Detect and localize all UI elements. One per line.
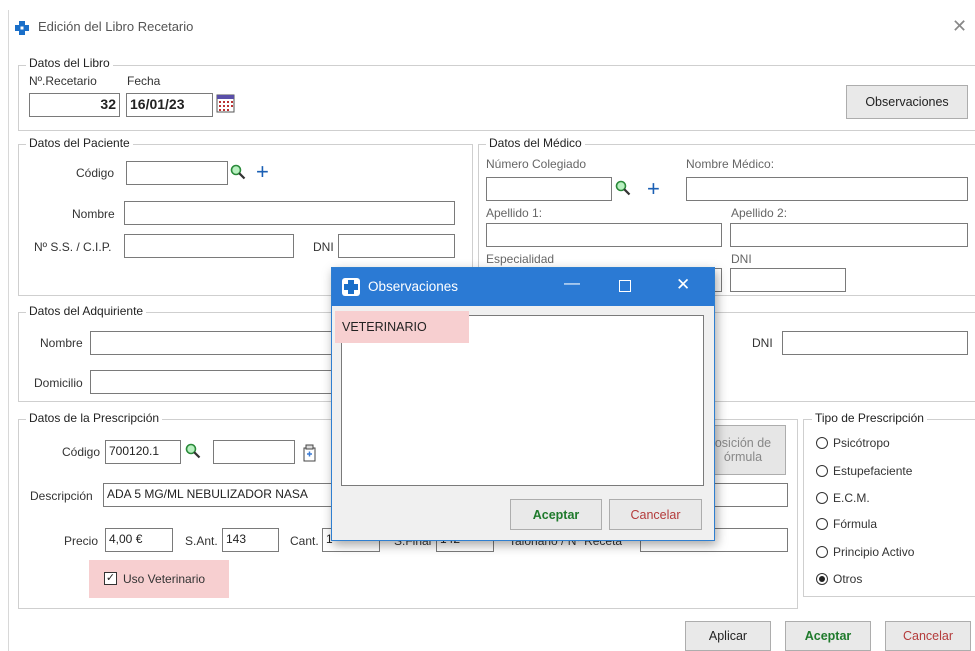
paciente-title: Datos del Paciente <box>26 136 133 150</box>
add-medico-icon[interactable]: + <box>647 178 660 200</box>
close-icon[interactable]: ✕ <box>676 275 690 295</box>
maximize-icon[interactable] <box>619 280 631 292</box>
window-title: Edición del Libro Recetario <box>38 19 194 34</box>
radio-otros[interactable] <box>816 573 828 585</box>
radio-otros-label: Otros <box>833 572 863 586</box>
paciente-ss-label: Nº S.S. / C.I.P. <box>34 240 112 254</box>
paciente-codigo-label: Código <box>76 166 115 180</box>
medico-nombre-label: Nombre Médico: <box>686 157 775 171</box>
paciente-nombre-label: Nombre <box>72 207 115 221</box>
tipo-prescripcion-title: Tipo de Prescripción <box>812 411 927 425</box>
datos-libro-title: Datos del Libro <box>26 56 113 70</box>
add-paciente-icon[interactable]: + <box>256 161 269 183</box>
medico-title: Datos del Médico <box>486 136 585 150</box>
adquiriente-domicilio-label: Domicilio <box>34 376 83 390</box>
dialog-aceptar-button[interactable]: Aceptar <box>510 499 602 530</box>
medico-dni-field[interactable] <box>730 268 846 292</box>
radio-principio-activo-label: Principio Activo <box>833 545 915 559</box>
adquiriente-dni-label: DNI <box>752 336 773 350</box>
adquiriente-nombre-field[interactable] <box>90 331 334 355</box>
paciente-nombre-field[interactable] <box>124 201 455 225</box>
search-icon[interactable] <box>615 180 631 196</box>
aceptar-button[interactable]: Aceptar <box>785 621 871 651</box>
num-recetario-field[interactable]: 32 <box>29 93 120 117</box>
observaciones-button[interactable]: Observaciones <box>846 85 968 119</box>
radio-formula[interactable] <box>816 518 828 530</box>
radio-estupefaciente[interactable] <box>816 465 828 477</box>
adquiriente-domicilio-field[interactable] <box>90 370 334 394</box>
uso-veterinario-label: Uso Veterinario <box>123 572 206 586</box>
prescripcion-descripcion-label: Descripción <box>30 489 93 503</box>
prescripcion-descripcion-field[interactable]: ADA 5 MG/ML NEBULIZADOR NASA <box>103 483 335 507</box>
prescripcion-codigo-label: Código <box>62 445 101 459</box>
search-icon[interactable] <box>230 164 246 180</box>
cancelar-button[interactable]: Cancelar <box>885 621 971 651</box>
adquiriente-title: Datos del Adquiriente <box>26 304 147 318</box>
dialog-cancelar-button[interactable]: Cancelar <box>609 499 702 530</box>
medico-colegiado-field[interactable] <box>486 177 612 201</box>
prescripcion-codigo2-field[interactable] <box>213 440 295 464</box>
dialog-titlebar: Observaciones — ✕ <box>332 268 714 306</box>
app-cross-icon <box>342 278 360 296</box>
composicion-line2: órmula <box>723 450 763 464</box>
prescripcion-title: Datos de la Prescripción <box>26 411 163 425</box>
observaciones-text: VETERINARIO <box>342 320 427 334</box>
medico-nombre-field[interactable] <box>686 177 968 201</box>
paciente-dni-field[interactable] <box>338 234 455 258</box>
minimize-icon[interactable]: — <box>564 275 580 293</box>
radio-ecm-label: E.C.M. <box>833 491 870 505</box>
prescripcion-cant-label: Cant. <box>290 534 319 548</box>
paciente-dni-label: DNI <box>313 240 334 254</box>
radio-formula-label: Fórmula <box>833 517 878 531</box>
calendar-icon[interactable] <box>216 94 235 113</box>
formula-icon[interactable] <box>302 444 318 462</box>
paciente-codigo-field[interactable] <box>126 161 228 185</box>
medico-dni-label: DNI <box>731 252 752 266</box>
radio-estupefaciente-label: Estupefaciente <box>833 464 913 478</box>
adquiriente-dni-field[interactable] <box>782 331 968 355</box>
prescripcion-precio-field[interactable]: 4,00 € <box>105 528 173 552</box>
close-icon[interactable]: ✕ <box>952 16 967 37</box>
medico-apellido1-label: Apellido 1: <box>486 206 543 220</box>
adquiriente-nombre-label: Nombre <box>40 336 83 350</box>
search-icon[interactable] <box>185 443 201 459</box>
prescripcion-precio-label: Precio <box>64 534 99 548</box>
window-border <box>8 10 9 651</box>
medico-apellido2-field[interactable] <box>730 223 968 247</box>
prescripcion-codigo-field[interactable]: 700120.1 <box>105 440 181 464</box>
dialog-title: Observaciones <box>368 279 459 294</box>
fecha-label: Fecha <box>127 74 161 88</box>
medico-apellido2-label: Apellido 2: <box>731 206 788 220</box>
radio-principio-activo[interactable] <box>816 546 828 558</box>
paciente-ss-field[interactable] <box>124 234 294 258</box>
fecha-field[interactable]: 16/01/23 <box>126 93 213 117</box>
medico-colegiado-label: Número Colegiado <box>486 157 587 171</box>
radio-ecm[interactable] <box>816 492 828 504</box>
uso-veterinario-checkbox[interactable]: ✓ <box>104 572 117 585</box>
radio-psicotropo-label: Psicótropo <box>833 436 890 450</box>
composicion-line1: osición de <box>714 436 772 450</box>
prescripcion-sant-field[interactable]: 143 <box>222 528 279 552</box>
num-recetario-label: Nº.Recetario <box>29 74 97 88</box>
aplicar-button[interactable]: Aplicar <box>685 621 771 651</box>
medico-especialidad-label: Especialidad <box>486 252 555 266</box>
prescripcion-extra-field[interactable] <box>714 483 788 507</box>
radio-psicotropo[interactable] <box>816 437 828 449</box>
observaciones-dialog: Observaciones — ✕ VETERINARIO Aceptar Ca… <box>331 267 715 541</box>
app-cross-icon <box>15 21 29 35</box>
prescripcion-sant-label: S.Ant. <box>185 534 218 548</box>
medico-apellido1-field[interactable] <box>486 223 722 247</box>
